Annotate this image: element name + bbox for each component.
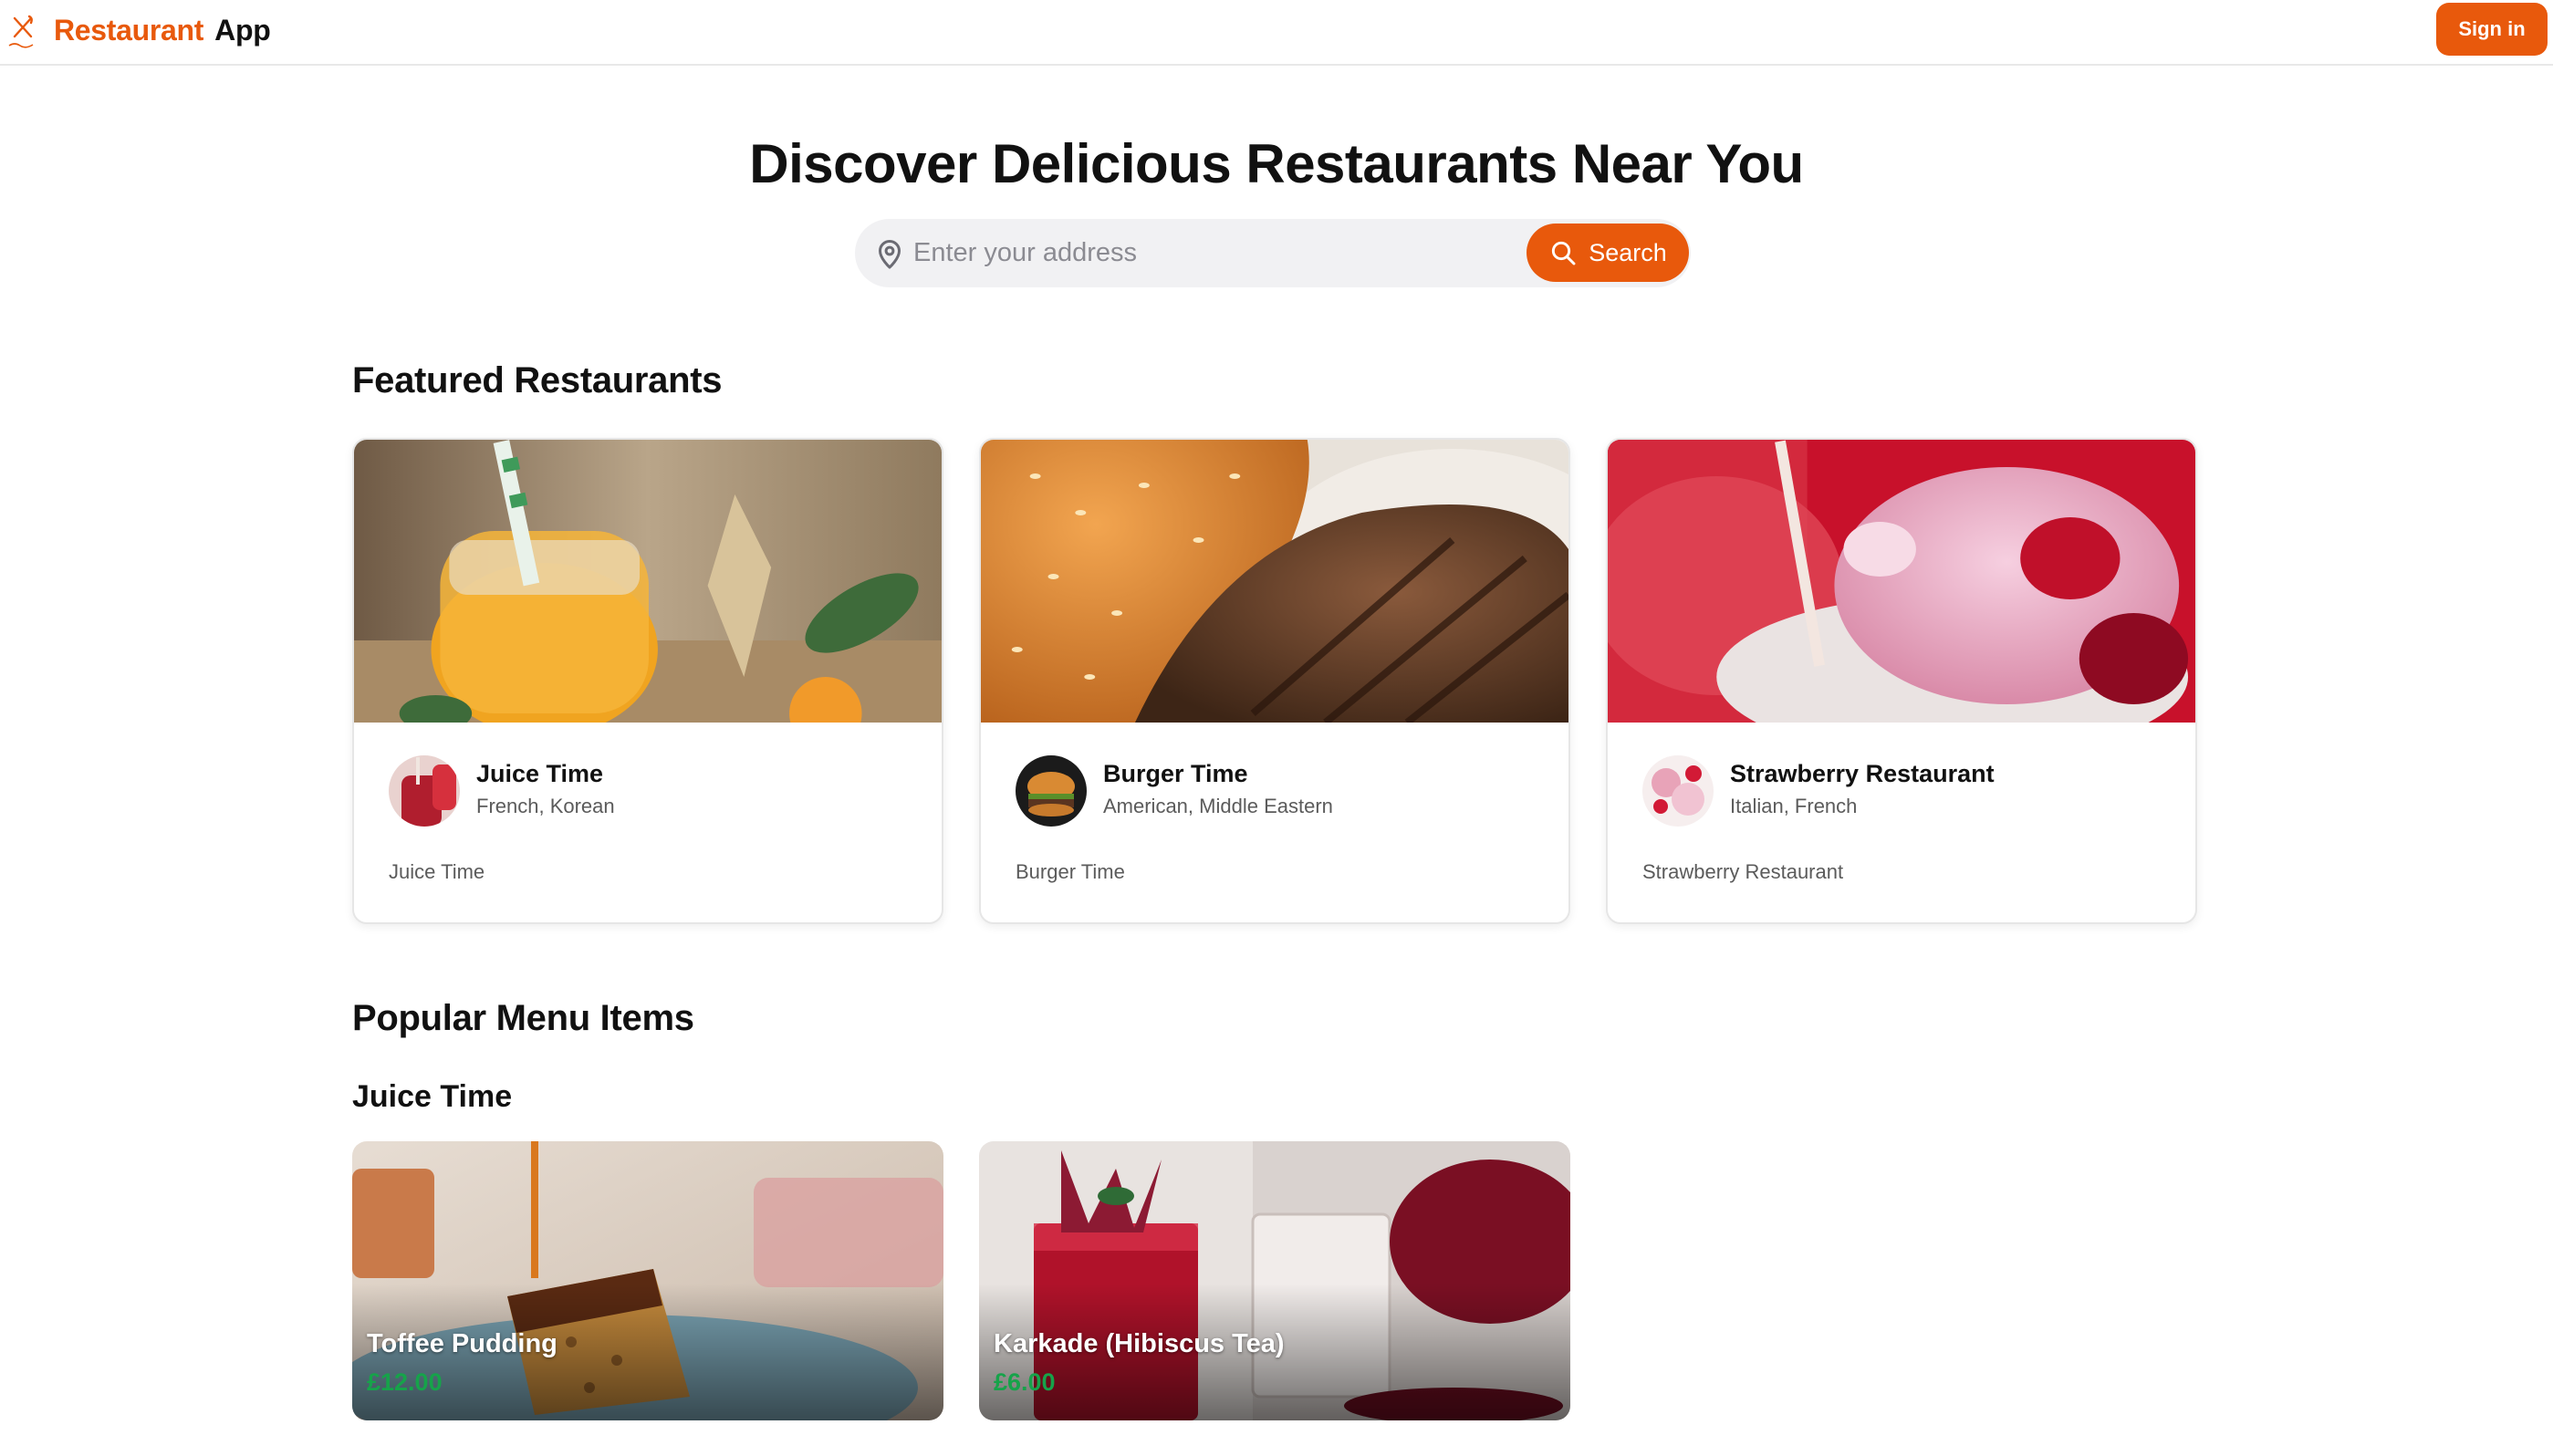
menu-item-price: £12.00 <box>367 1368 443 1396</box>
menu-item-name: Karkade (Hibiscus Tea) <box>994 1329 1285 1358</box>
restaurant-cuisines: French, Korean <box>476 795 615 817</box>
restaurant-card[interactable]: Juice Time French, Korean Juice Time <box>352 438 943 924</box>
location-pin-icon <box>873 237 906 270</box>
search-icon <box>1552 241 1576 265</box>
menu-item-price: £6.00 <box>994 1368 1056 1396</box>
top-navbar: Restaurant App Sign in <box>0 0 2553 66</box>
fork-knife-logo-icon[interactable] <box>5 13 42 51</box>
popular-menu-heading: Popular Menu Items <box>352 998 694 1038</box>
menu-item-name: Toffee Pudding <box>367 1329 557 1358</box>
search-button-label: Search <box>1589 238 1667 266</box>
restaurant-name: Burger Time <box>1103 760 1248 787</box>
restaurant-card[interactable]: Strawberry Restaurant Italian, French St… <box>1606 438 2197 924</box>
brand-rest: App <box>214 14 271 47</box>
brand-title[interactable]: Restaurant App <box>54 12 271 48</box>
menu-group-title: Juice Time <box>352 1079 513 1114</box>
restaurant-avatar <box>389 755 460 827</box>
search-button[interactable]: Search <box>1527 224 1689 282</box>
juice-jar-photo <box>354 440 942 723</box>
page-title: Discover Delicious Restaurants Near You <box>749 133 1804 194</box>
menu-item-card[interactable]: Karkade (Hibiscus Tea) £6.00 <box>979 1141 1570 1420</box>
strawberry-ice-cream-photo <box>1608 440 2195 723</box>
restaurant-description: Juice Time <box>389 860 485 883</box>
sign-in-button[interactable]: Sign in <box>2436 3 2548 56</box>
restaurant-description: Strawberry Restaurant <box>1642 860 1844 883</box>
brand-accent: Restaurant <box>54 14 204 47</box>
menu-item-card[interactable]: Toffee Pudding £12.00 <box>352 1141 943 1420</box>
restaurant-avatar <box>1016 755 1087 827</box>
featured-restaurants-heading: Featured Restaurants <box>352 360 723 400</box>
address-search-bar: Search <box>855 219 1691 287</box>
restaurant-cuisines: American, Middle Eastern <box>1103 795 1333 817</box>
address-input[interactable] <box>913 228 1461 278</box>
burger-patty-photo <box>981 440 1568 723</box>
restaurant-name: Strawberry Restaurant <box>1730 760 1995 787</box>
restaurant-card[interactable]: Burger Time American, Middle Eastern Bur… <box>979 438 1570 924</box>
restaurant-description: Burger Time <box>1016 860 1125 883</box>
restaurant-name: Juice Time <box>476 760 604 787</box>
restaurant-cuisines: Italian, French <box>1730 795 1858 817</box>
restaurant-avatar <box>1642 755 1714 827</box>
